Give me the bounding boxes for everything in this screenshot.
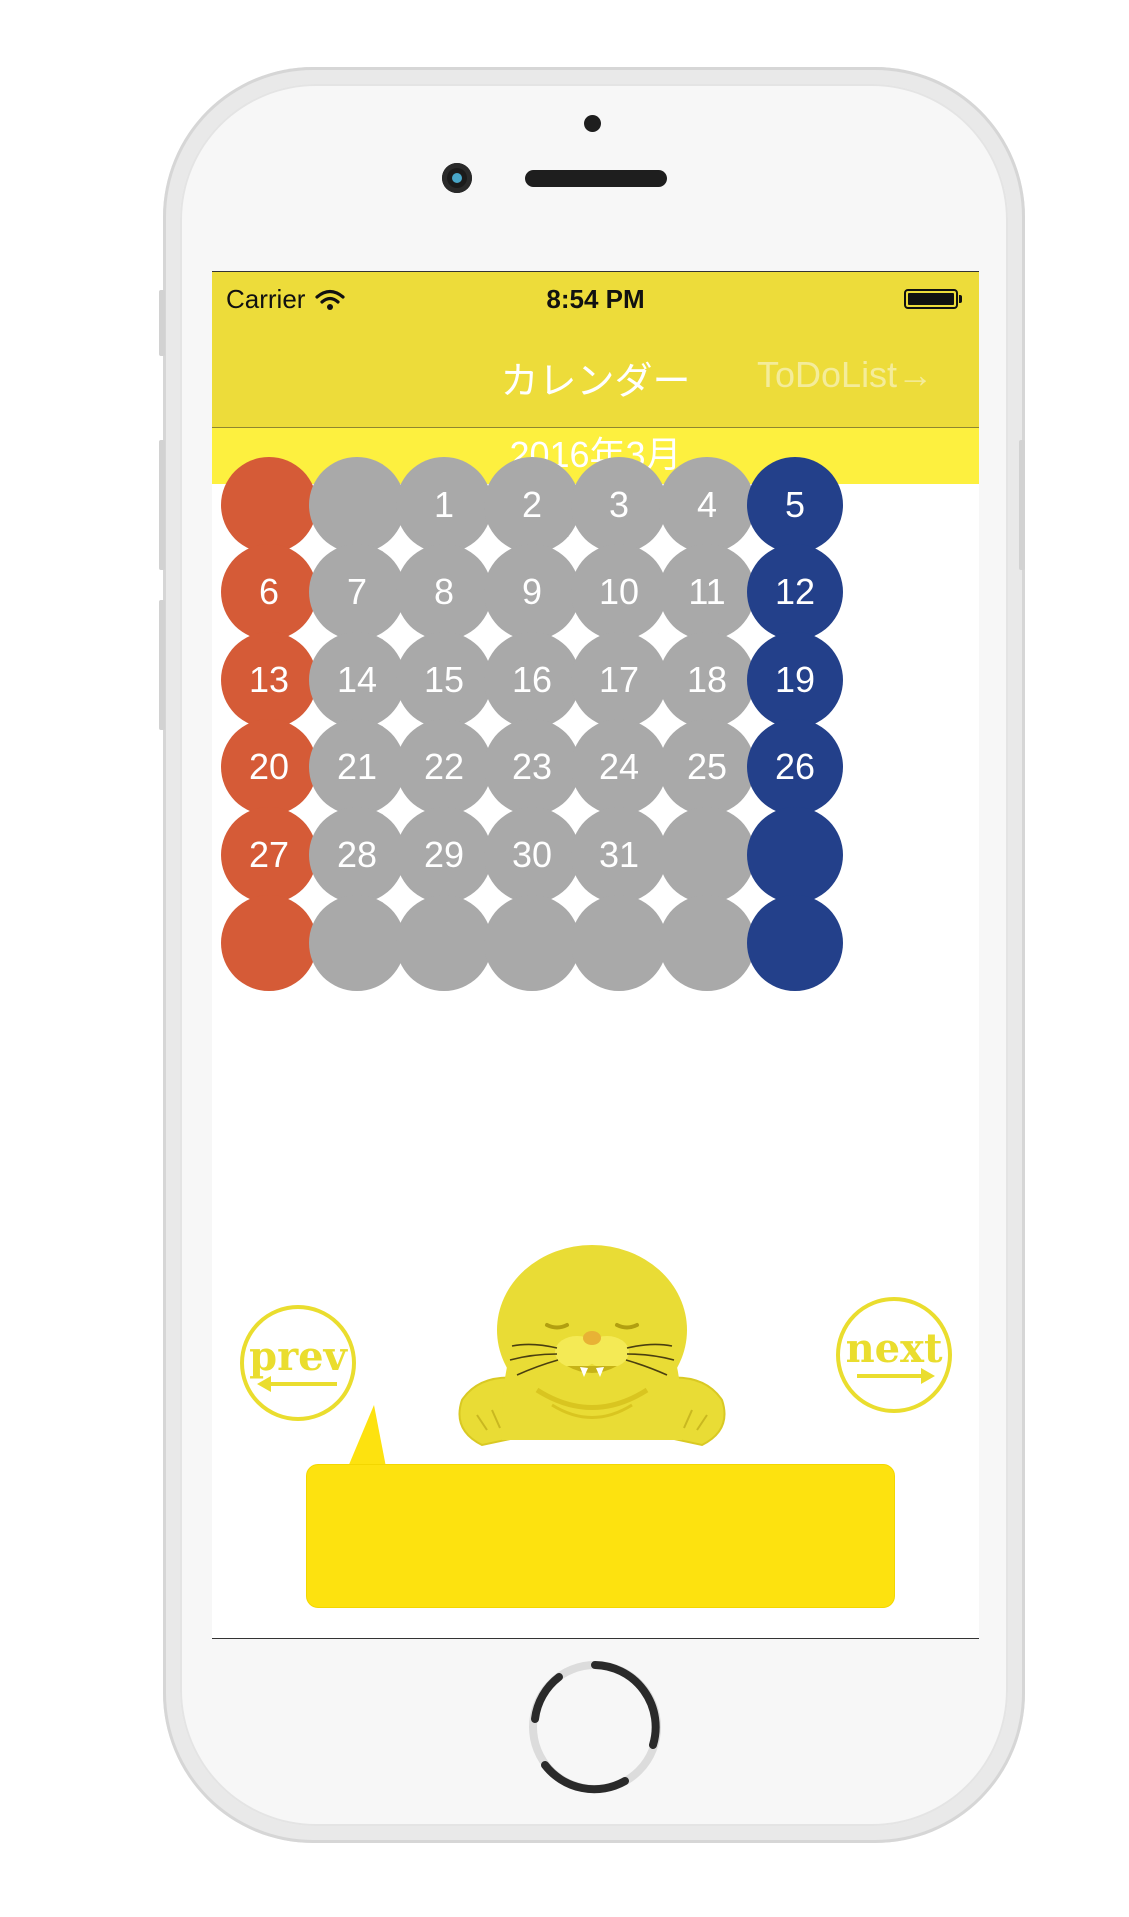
side-button-volume-up (159, 440, 165, 570)
day-cell-empty[interactable] (309, 457, 405, 553)
day-cell-16[interactable]: 16 (484, 632, 580, 728)
day-cell-26[interactable]: 26 (747, 719, 843, 815)
front-camera (442, 163, 472, 193)
day-cell-9[interactable]: 9 (484, 544, 580, 640)
side-button-volume-down (159, 600, 165, 730)
prev-label: prev (249, 1333, 348, 1380)
prev-button[interactable]: prev (239, 1304, 357, 1422)
speech-bubble-tail (348, 1405, 386, 1467)
speech-bubble-text (307, 1465, 894, 1607)
day-cell-30[interactable]: 30 (484, 807, 580, 903)
app-screen: Carrier 8:54 PM カレンダー ToDoList→ 2016年3月 … (212, 271, 979, 1639)
proximity-sensor (584, 115, 601, 132)
day-cell-6[interactable]: 6 (221, 544, 317, 640)
day-cell-23[interactable]: 23 (484, 719, 580, 815)
day-cell-20[interactable]: 20 (221, 719, 317, 815)
day-cell-empty[interactable] (747, 895, 843, 991)
day-cell-21[interactable]: 21 (309, 719, 405, 815)
day-cell-empty[interactable] (659, 895, 755, 991)
day-cell-11[interactable]: 11 (659, 544, 755, 640)
day-cell-empty[interactable] (747, 807, 843, 903)
side-button-silent (159, 290, 165, 356)
day-cell-15[interactable]: 15 (396, 632, 492, 728)
battery-tip (959, 295, 962, 303)
day-cell-empty[interactable] (396, 895, 492, 991)
day-cell-22[interactable]: 22 (396, 719, 492, 815)
day-cell-5[interactable]: 5 (747, 457, 843, 553)
day-cell-4[interactable]: 4 (659, 457, 755, 553)
home-button[interactable] (525, 1657, 665, 1797)
day-cell-empty[interactable] (571, 895, 667, 991)
navigation-bar: Carrier 8:54 PM カレンダー ToDoList→ (212, 272, 979, 428)
day-cell-29[interactable]: 29 (396, 807, 492, 903)
day-cell-7[interactable]: 7 (309, 544, 405, 640)
next-label: next (846, 1325, 943, 1372)
day-cell-empty[interactable] (484, 895, 580, 991)
day-cell-18[interactable]: 18 (659, 632, 755, 728)
todolist-button[interactable]: ToDoList→ (757, 354, 933, 396)
day-cell-25[interactable]: 25 (659, 719, 755, 815)
day-cell-31[interactable]: 31 (571, 807, 667, 903)
day-cell-1[interactable]: 1 (396, 457, 492, 553)
day-cell-27[interactable]: 27 (221, 807, 317, 903)
side-button-power (1019, 440, 1025, 570)
day-cell-8[interactable]: 8 (396, 544, 492, 640)
speech-bubble (306, 1464, 895, 1608)
day-cell-13[interactable]: 13 (221, 632, 317, 728)
day-cell-empty[interactable] (309, 895, 405, 991)
status-time: 8:54 PM (546, 284, 645, 314)
day-cell-14[interactable]: 14 (309, 632, 405, 728)
seal-mascot (458, 1245, 726, 1447)
day-cell-empty[interactable] (221, 457, 317, 553)
day-cell-19[interactable]: 19 (747, 632, 843, 728)
day-cell-10[interactable]: 10 (571, 544, 667, 640)
day-cell-empty[interactable] (221, 895, 317, 991)
day-cell-empty[interactable] (659, 807, 755, 903)
day-cell-17[interactable]: 17 (571, 632, 667, 728)
day-cell-3[interactable]: 3 (571, 457, 667, 553)
earpiece-speaker (525, 170, 667, 187)
day-cell-24[interactable]: 24 (571, 719, 667, 815)
day-cell-12[interactable]: 12 (747, 544, 843, 640)
day-cell-2[interactable]: 2 (484, 457, 580, 553)
day-cell-28[interactable]: 28 (309, 807, 405, 903)
battery-icon (904, 289, 958, 309)
next-button[interactable]: next (835, 1296, 953, 1414)
